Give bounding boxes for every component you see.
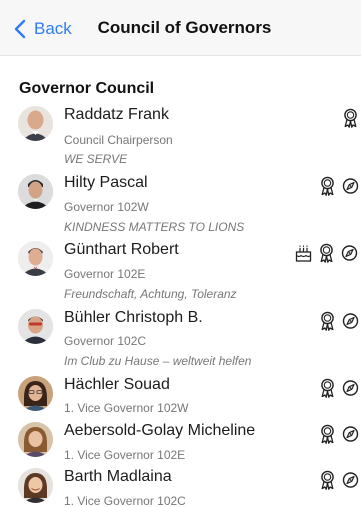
- navigation-bar: Back Council of Governors: [0, 0, 361, 56]
- avatar: [18, 422, 53, 457]
- compass-icon: [342, 178, 359, 194]
- member-name: Bühler Christoph B.: [64, 309, 203, 326]
- member-role: Governor 102C: [64, 334, 147, 348]
- member-row[interactable]: Raddatz Frank Council Chairperson WE SER…: [0, 106, 361, 168]
- member-row[interactable]: Barth Madlaina 1. Vice Governor 102C: [0, 468, 361, 507]
- section-title: Governor Council: [19, 80, 155, 97]
- avatar: [18, 106, 53, 141]
- member-row[interactable]: Hächler Souad 1. Vice Governor 102W: [0, 376, 361, 420]
- compass-icon: [342, 380, 359, 396]
- badge-group: [319, 311, 359, 331]
- avatar: [18, 376, 53, 411]
- badge-group: [342, 108, 359, 128]
- avatar: [18, 468, 53, 503]
- member-name: Raddatz Frank: [64, 106, 169, 123]
- avatar: [18, 309, 53, 344]
- member-row[interactable]: Günthart Robert Governor 102E Freundscha…: [0, 241, 361, 303]
- ribbon-award-icon: [321, 424, 334, 444]
- badge-group: [319, 424, 359, 444]
- member-name: Hächler Souad: [64, 376, 170, 393]
- page-title: Council of Governors: [97, 18, 272, 37]
- compass-icon: [342, 313, 359, 329]
- member-role: 1. Vice Governor 102E: [64, 448, 186, 462]
- ribbon-award-icon: [321, 176, 334, 196]
- ribbon-award-icon: [321, 470, 334, 490]
- ribbon-award-icon: [321, 378, 334, 398]
- badge-group: [319, 378, 359, 398]
- avatar: [18, 174, 53, 209]
- member-role: Governor 102W: [64, 200, 149, 214]
- member-row[interactable]: Hilty Pascal Governor 102W KINDNESS MATT…: [0, 174, 361, 236]
- badge-group: [295, 243, 358, 263]
- member-name: Aebersold-Golay Micheline: [64, 422, 256, 439]
- ribbon-award-icon: [320, 243, 333, 263]
- member-role: 1. Vice Governor 102C: [64, 494, 186, 507]
- member-name: Hilty Pascal: [64, 174, 148, 191]
- ribbon-award-icon: [321, 311, 334, 331]
- badge-group: [319, 470, 359, 490]
- member-motto: Im Club zu Hause – weltweit helfen: [64, 354, 252, 368]
- birthday-cake-icon: [295, 245, 312, 262]
- member-role: 1. Vice Governor 102W: [64, 401, 189, 415]
- member-row[interactable]: Bühler Christoph B. Governor 102C Im Clu…: [0, 309, 361, 371]
- member-role: Council Chairperson: [64, 133, 173, 147]
- member-role: Governor 102E: [64, 267, 146, 281]
- member-motto: KINDNESS MATTERS TO LIONS: [64, 220, 245, 234]
- member-motto: Freundschaft, Achtung, Toleranz: [64, 287, 237, 301]
- member-name: Günthart Robert: [64, 241, 179, 258]
- badge-group: [319, 176, 359, 196]
- avatar: [18, 241, 53, 276]
- member-row[interactable]: Aebersold-Golay Micheline 1. Vice Govern…: [0, 422, 361, 466]
- compass-icon: [342, 472, 359, 488]
- member-name: Barth Madlaina: [64, 468, 172, 485]
- member-motto: WE SERVE: [64, 152, 128, 166]
- compass-icon: [341, 245, 358, 261]
- compass-icon: [342, 426, 359, 442]
- ribbon-award-icon: [344, 108, 357, 128]
